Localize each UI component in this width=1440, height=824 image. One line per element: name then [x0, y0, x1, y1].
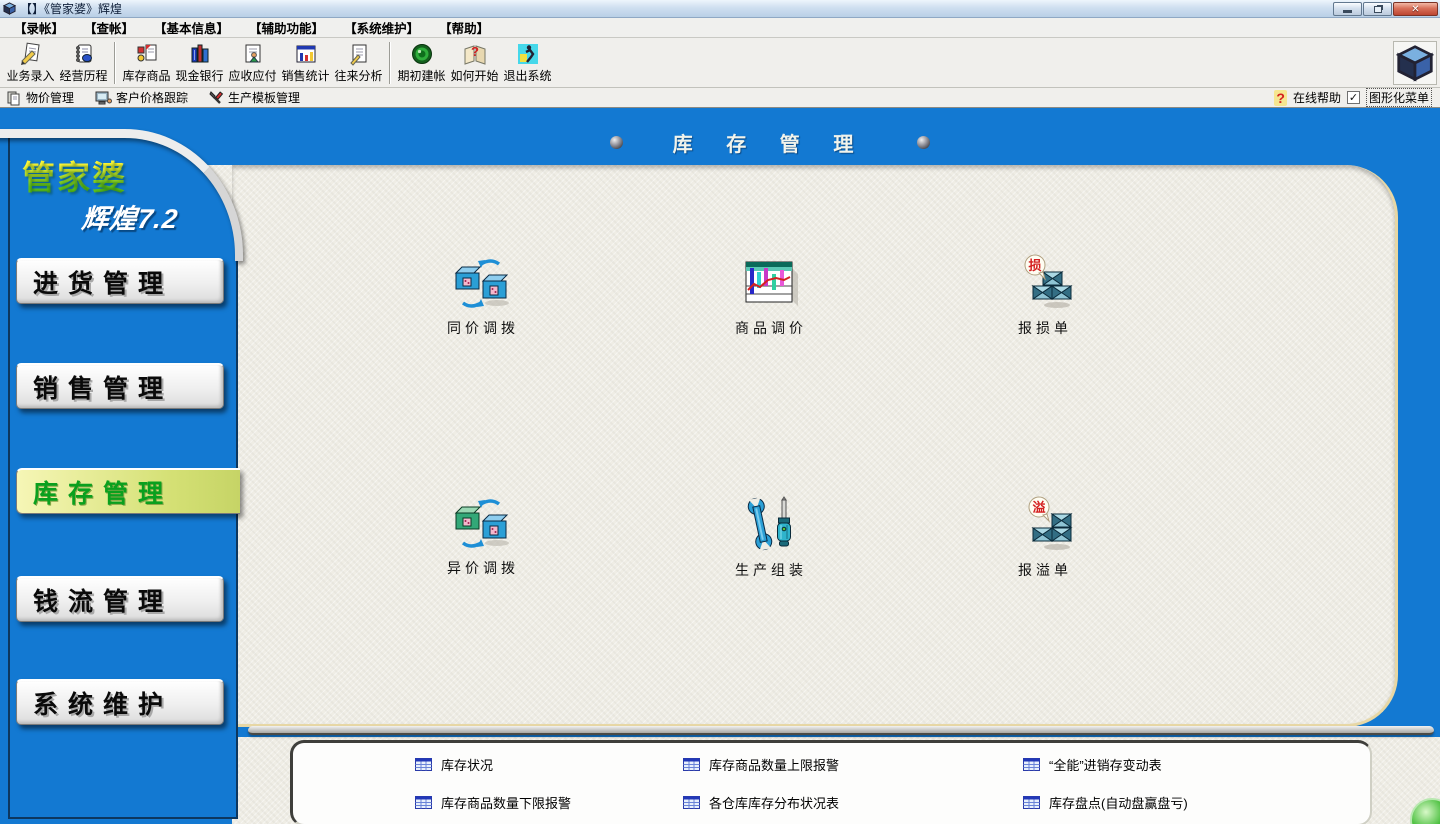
svg-text:溢: 溢 [1032, 500, 1045, 515]
damage-report-icon: 损 [1015, 252, 1075, 312]
menu-aux-functions[interactable]: 【辅助功能】 [239, 16, 334, 39]
toolbar-separator [389, 42, 391, 84]
menu-record[interactable]: 【录帐】 [4, 16, 74, 39]
toolbar2-price-management[interactable]: 物价管理 [6, 89, 74, 106]
menu-system-maintenance[interactable]: 【系统维护】 [334, 16, 429, 39]
restore-button[interactable] [1363, 2, 1392, 16]
production-assembly-icon [742, 496, 800, 554]
sidebar: 管家婆 辉煌7.2 进货管理 销售管理 库存管理 钱流管理 系统维护 [8, 135, 238, 819]
menu-check[interactable]: 【查帐】 [74, 16, 144, 39]
menu-item-goods-price-adjust[interactable]: 商品调价 [706, 256, 836, 338]
business-history-icon [72, 42, 96, 66]
menu-item-damage-report[interactable]: 损 报损单 [980, 252, 1110, 338]
stock-goods-icon [135, 42, 159, 66]
sidebar-item-purchase[interactable]: 进货管理 [16, 258, 224, 304]
table-icon [683, 758, 700, 771]
menu-help[interactable]: 【帮助】 [429, 16, 499, 39]
minimize-button[interactable] [1333, 2, 1362, 16]
minimize-icon [1343, 10, 1352, 13]
help-question-icon: ? [1274, 90, 1287, 106]
cash-bank-icon [188, 42, 212, 66]
graphical-menu-checkbox[interactable]: ✓ [1347, 91, 1360, 104]
graphical-menu-label[interactable]: 图形化菜单 [1366, 88, 1432, 107]
toolbar-sales-stats[interactable]: 销售统计 [279, 40, 332, 86]
menu-bar: 【录帐】 【查帐】 【基本信息】 【辅助功能】 【系统维护】 【帮助】 [0, 18, 1440, 38]
table-icon [1023, 758, 1040, 771]
secondary-toolbar: 物价管理 客户价格跟踪 生产模板管理 ? 在线帮助 ✓ 图形化菜单 [0, 88, 1440, 108]
report-link-stock-status[interactable]: 库存状况 [415, 755, 493, 774]
sidebar-item-maintenance[interactable]: 系统维护 [16, 679, 224, 725]
restore-icon [1374, 6, 1382, 13]
toolbar-separator [114, 42, 116, 84]
toolbar-stock-goods[interactable]: 库存商品 [120, 40, 173, 86]
receivable-payable-icon [241, 42, 265, 66]
window-title: 【】《管家婆》辉煌 [20, 0, 122, 17]
close-button[interactable]: ✕ [1393, 2, 1438, 16]
table-icon [683, 796, 700, 809]
brand-version-text: 辉煌7.2 [80, 197, 181, 236]
diff-price-transfer-icon [451, 496, 515, 552]
toolbar-exit-system[interactable]: 退出系统 [501, 40, 554, 86]
toolbar-business-entry[interactable]: 业务录入 [4, 40, 57, 86]
svg-text:损: 损 [1028, 258, 1041, 273]
svg-text:?: ? [471, 44, 479, 59]
goods-price-adjust-icon [742, 256, 800, 312]
sidebar-item-inventory[interactable]: 库存管理 [16, 468, 240, 514]
toolbar-receivable-payable[interactable]: 应收应付 [226, 40, 279, 86]
menu-item-diff-price-transfer[interactable]: 异价调拨 [418, 496, 548, 578]
how-to-start-icon: ? [463, 42, 487, 66]
menu-basic-info[interactable]: 【基本信息】 [144, 16, 239, 39]
overflow-report-icon: 溢 [1015, 494, 1075, 554]
report-link-stocktaking[interactable]: 库存盘点(自动盘赢盘亏) [1023, 793, 1188, 812]
brand-cube-logo [1393, 41, 1437, 85]
production-template-icon [208, 90, 224, 106]
app-window: 【】《管家婆》辉煌 ✕ 【录帐】 【查帐】 【基本信息】 【辅助功能】 【系统维… [0, 0, 1440, 824]
toolbar2-customer-price-tracking[interactable]: 客户价格跟踪 [94, 89, 188, 106]
toolbar-business-history[interactable]: 经营历程 [57, 40, 110, 86]
table-icon [415, 796, 432, 809]
online-help-link[interactable]: 在线帮助 [1293, 89, 1341, 106]
workspace: 库 存 管 理 管家婆 辉煌7.2 进货管理 销售管理 库存管理 钱流管理 系统… [0, 108, 1440, 824]
brand-logo-text: 管家婆 [22, 151, 127, 199]
reports-panel: 库存状况 库存商品数量上限报警 “全能”进销存变动表 库存商品数量下限报警 各仓… [290, 740, 1372, 824]
toolbar-how-to-start[interactable]: ? 如何开始 [448, 40, 501, 86]
toolbar2-production-template[interactable]: 生产模板管理 [208, 89, 300, 106]
toolbar-transactions-analysis[interactable]: 往来分析 [332, 40, 385, 86]
menu-item-overflow-report[interactable]: 溢 报溢单 [980, 494, 1110, 580]
sphere-bullet-icon [610, 136, 623, 149]
main-toolbar: 业务录入 经营历程 库存商品 现金银行 应收应付 销售统计 往来分析 [0, 38, 1440, 88]
initial-setup-icon [410, 42, 434, 66]
business-entry-icon [19, 42, 43, 66]
sales-stats-icon [294, 42, 318, 66]
report-link-warehouse-distribution[interactable]: 各仓库库存分布状况表 [683, 793, 839, 812]
sphere-bullet-icon [917, 136, 930, 149]
table-icon [1023, 796, 1040, 809]
report-link-upper-limit-alert[interactable]: 库存商品数量上限报警 [683, 755, 839, 774]
app-icon [3, 2, 16, 15]
toolbar-initial-setup[interactable]: 期初建帐 [395, 40, 448, 86]
exit-system-icon [516, 42, 540, 66]
sidebar-item-sales[interactable]: 销售管理 [16, 363, 224, 409]
divider-ridge [248, 726, 1434, 735]
customer-price-tracking-icon [94, 90, 112, 106]
section-title: 库 存 管 理 [673, 128, 868, 157]
price-management-icon [6, 90, 22, 106]
toolbar-cash-bank[interactable]: 现金银行 [173, 40, 226, 86]
sidebar-item-cashflow[interactable]: 钱流管理 [16, 576, 224, 622]
close-icon: ✕ [1411, 4, 1419, 15]
same-price-transfer-icon [451, 256, 515, 312]
menu-item-same-price-transfer[interactable]: 同价调拨 [418, 256, 548, 338]
transactions-analysis-icon [347, 42, 371, 66]
table-icon [415, 758, 432, 771]
report-link-lower-limit-alert[interactable]: 库存商品数量下限报警 [415, 793, 571, 812]
report-link-all-in-one-change-table[interactable]: “全能”进销存变动表 [1023, 755, 1162, 774]
main-panel [232, 165, 1398, 727]
cube-icon [1396, 44, 1434, 82]
menu-item-production-assembly[interactable]: 生产组装 [706, 496, 836, 580]
section-header: 库 存 管 理 [560, 128, 980, 157]
